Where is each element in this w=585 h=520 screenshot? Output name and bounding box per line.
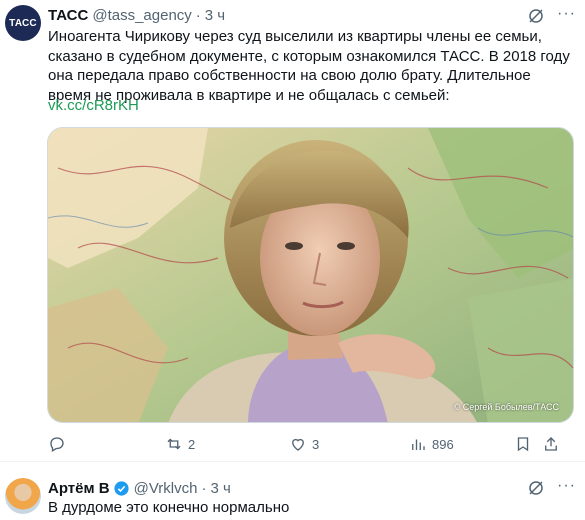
more-options-icon[interactable]: ··· [557, 478, 575, 497]
tweet-photo[interactable]: © Сергей Бобылев/ТАСС [47, 127, 574, 423]
tweet-header: ТАСС @tass_agency · 3 ч [48, 7, 225, 24]
views-icon [412, 439, 425, 450]
timestamp[interactable]: 3 ч [210, 480, 230, 497]
reply-icon [50, 437, 64, 452]
bookmark-button[interactable] [514, 435, 532, 453]
share-icon [545, 437, 557, 451]
avatar[interactable]: ТАСС [5, 5, 41, 41]
tweet-actions: 2 3 896 [48, 435, 568, 455]
tweet-reply[interactable]: Артём В @Vrklvch · 3 ч ··· В дурдоме это… [0, 462, 585, 520]
timestamp[interactable]: 3 ч [205, 7, 225, 24]
heart-icon [292, 438, 304, 451]
retweet-icon [167, 438, 181, 450]
tweet-link[interactable]: vk.cc/cR8rKH [48, 97, 139, 114]
verified-badge-icon [114, 481, 129, 496]
tweet-tass[interactable]: ТАСС ТАСС @tass_agency · 3 ч ··· Иноаген… [0, 0, 585, 462]
tweet-text: Иноагента Чирикову через суд выселили из… [48, 28, 570, 104]
retweet-count: 2 [188, 436, 196, 452]
photo-image [48, 128, 573, 422]
separator-dot: · [195, 7, 201, 24]
photo-credit: © Сергей Бобылев/ТАСС [453, 402, 559, 412]
separator-dot: · [201, 480, 207, 497]
grok-icon[interactable] [527, 479, 545, 497]
views-button[interactable]: 896 [409, 435, 454, 453]
author-name[interactable]: ТАСС [48, 7, 88, 24]
reply-header: Артём В @Vrklvch · 3 ч [48, 480, 231, 497]
avatar-logo-text: ТАСС [9, 17, 37, 29]
views-count: 896 [432, 436, 454, 452]
author-handle[interactable]: @tass_agency [92, 7, 191, 24]
share-button[interactable] [542, 435, 560, 453]
author-name[interactable]: Артём В [48, 480, 110, 497]
bookmark-icon [517, 437, 529, 452]
avatar[interactable] [5, 478, 41, 514]
more-options-icon[interactable]: ··· [557, 6, 575, 25]
like-count: 3 [312, 436, 320, 452]
reply-text: В дурдоме это конечно нормально [48, 499, 290, 516]
like-button[interactable]: 3 [289, 435, 319, 453]
author-handle[interactable]: @Vrklvch [134, 480, 198, 497]
grok-icon[interactable] [527, 7, 545, 25]
reply-button[interactable] [48, 435, 66, 453]
retweet-button[interactable]: 2 [165, 435, 195, 453]
